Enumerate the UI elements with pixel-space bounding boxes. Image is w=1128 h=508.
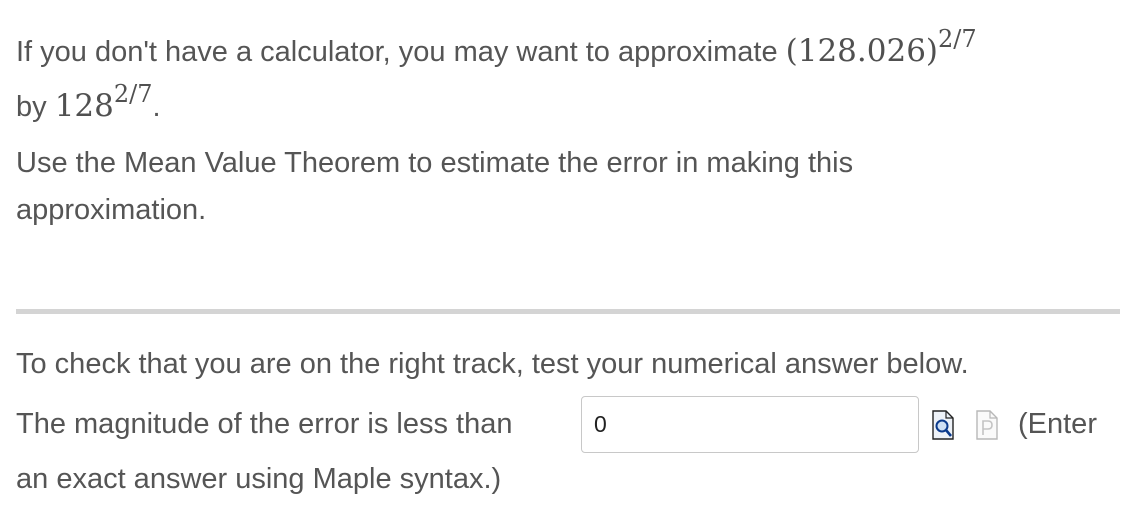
math-expression: (128.026)2/7 [785,25,977,69]
answer-input[interactable] [581,396,919,453]
question-line-2: by 1282/7. [16,80,161,126]
enter-text: (Enter [1018,408,1097,440]
math-base-2: 128 [54,88,114,124]
math-expression-2: 1282/7 [54,80,153,124]
question-text-by: by [16,91,47,123]
math-exponent: 2/7 [938,25,977,53]
math-base: (128.026) [785,33,939,69]
question-line-3: Use the Mean Value Theorem to estimate t… [16,147,854,179]
period: . [152,91,161,123]
answer-prompt: The magnitude of the error is less than [16,408,513,440]
section-divider [16,309,1120,314]
math-exponent-2: 2/7 [113,80,153,108]
maple-syntax-note: an exact answer using Maple syntax.) [16,463,502,495]
question-line-1: If you don't have a calculator, you may … [16,25,977,71]
check-intro: To check that you are on the right track… [16,348,969,380]
magnifier-document-icon[interactable] [932,410,954,440]
document-p-icon[interactable] [976,410,998,440]
question-text: If you don't have a calculator, you may … [16,36,778,68]
question-line-4: approximation. [16,194,207,226]
